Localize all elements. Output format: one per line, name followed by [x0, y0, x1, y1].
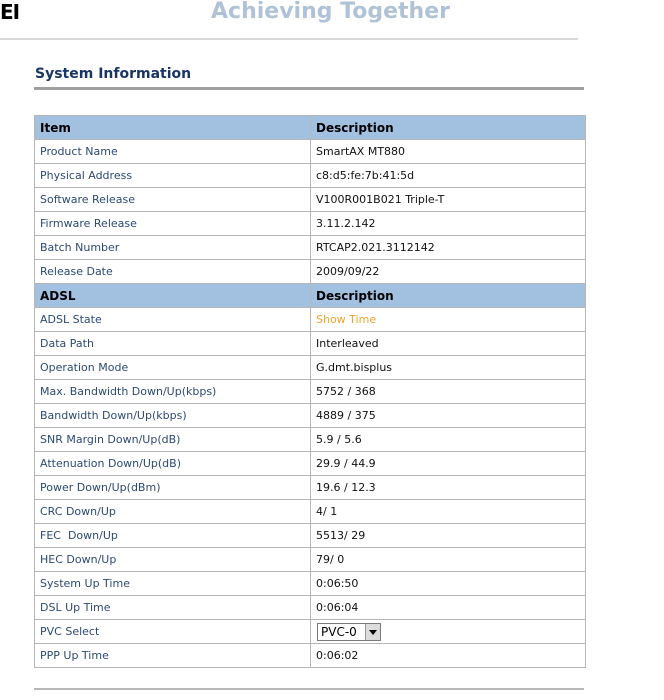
table-row: CRC Down/Up 4/ 1: [34, 499, 586, 524]
pvc-select-cell: PVC-0: [310, 619, 586, 644]
row-label: Power Down/Up(dBm): [34, 475, 311, 500]
row-label: PVC Select: [34, 619, 311, 644]
data-path-value: Interleaved: [310, 331, 586, 356]
table-row: Attenuation Down/Up(dB) 29.9 / 44.9: [34, 451, 586, 476]
row-label: ADSL State: [34, 307, 311, 332]
product-name-value: SmartAX MT880: [310, 139, 586, 164]
firmware-release-value: 3.11.2.142: [310, 211, 586, 236]
fec-value: 5513/ 29: [310, 523, 586, 548]
row-label: Max. Bandwidth Down/Up(kbps): [34, 379, 311, 404]
power-value: 19.6 / 12.3: [310, 475, 586, 500]
row-label: PPP Up Time: [34, 643, 311, 668]
table-row: Physical Address c8:d5:fe:7b:41:5d: [34, 163, 586, 188]
row-label: Data Path: [34, 331, 311, 356]
adsl-header-row: ADSL Description: [34, 283, 586, 308]
row-label: Software Release: [34, 187, 311, 212]
table-header-row: Item Description: [34, 115, 586, 140]
row-label: Product Name: [34, 139, 311, 164]
dsl-up-time-value: 0:06:04: [310, 595, 586, 620]
attenuation-value: 29.9 / 44.9: [310, 451, 586, 476]
brand-logo: EI: [0, 0, 20, 24]
table-row: PPP Up Time 0:06:02: [34, 643, 586, 668]
snr-margin-value: 5.9 / 5.6: [310, 427, 586, 452]
row-label: Attenuation Down/Up(dB): [34, 451, 311, 476]
column-header-item: Item: [34, 115, 311, 140]
hec-value: 79/ 0: [310, 547, 586, 572]
operation-mode-value: G.dmt.bisplus: [310, 355, 586, 380]
table-row: System Up Time 0:06:50: [34, 571, 586, 596]
table-row: Firmware Release 3.11.2.142: [34, 211, 586, 236]
header-banner: EI Achieving Together: [0, 0, 586, 42]
table-row: Power Down/Up(dBm) 19.6 / 12.3: [34, 475, 586, 500]
table-row: Data Path Interleaved: [34, 331, 586, 356]
table-row: HEC Down/Up 79/ 0: [34, 547, 586, 572]
bandwidth-value: 4889 / 375: [310, 403, 586, 428]
title-divider: [34, 87, 584, 90]
table-row: PVC Select PVC-0: [34, 619, 586, 644]
row-label: Operation Mode: [34, 355, 311, 380]
table-row: DSL Up Time 0:06:04: [34, 595, 586, 620]
software-release-value: V100R001B021 Triple-T: [310, 187, 586, 212]
max-bandwidth-value: 5752 / 368: [310, 379, 586, 404]
page-title: System Information: [35, 66, 192, 82]
system-information-table: Item Description Product Name SmartAX MT…: [34, 115, 586, 668]
column-header-description: Description: [310, 283, 586, 308]
ppp-up-time-value: 0:06:02: [310, 643, 586, 668]
row-label: Physical Address: [34, 163, 311, 188]
column-header-description: Description: [310, 115, 586, 140]
table-row: Max. Bandwidth Down/Up(kbps) 5752 / 368: [34, 379, 586, 404]
physical-address-value: c8:d5:fe:7b:41:5d: [310, 163, 586, 188]
table-row: Product Name SmartAX MT880: [34, 139, 586, 164]
row-label: FEC Down/Up: [34, 523, 311, 548]
table-row: Bandwidth Down/Up(kbps) 4889 / 375: [34, 403, 586, 428]
chevron-down-icon[interactable]: [365, 623, 380, 640]
crc-value: 4/ 1: [310, 499, 586, 524]
release-date-value: 2009/09/22: [310, 259, 586, 284]
table-row: Batch Number RTCAP2.021.3112142: [34, 235, 586, 260]
batch-number-value: RTCAP2.021.3112142: [310, 235, 586, 260]
row-label: CRC Down/Up: [34, 499, 311, 524]
bottom-divider: [34, 688, 584, 690]
row-label: DSL Up Time: [34, 595, 311, 620]
table-row: Operation Mode G.dmt.bisplus: [34, 355, 586, 380]
slogan-text: Achieving Together: [211, 0, 450, 24]
table-row: Software Release V100R001B021 Triple-T: [34, 187, 586, 212]
table-row: SNR Margin Down/Up(dB) 5.9 / 5.6: [34, 427, 586, 452]
table-row: FEC Down/Up 5513/ 29: [34, 523, 586, 548]
row-label: Bandwidth Down/Up(kbps): [34, 403, 311, 428]
row-label: Release Date: [34, 259, 311, 284]
banner-divider: [0, 38, 578, 40]
column-header-adsl: ADSL: [34, 283, 311, 308]
table-row: ADSL State Show Time: [34, 307, 586, 332]
row-label: Batch Number: [34, 235, 311, 260]
row-label: System Up Time: [34, 571, 311, 596]
adsl-state-value: Show Time: [310, 307, 586, 332]
router-status-page: EI Achieving Together System Information…: [0, 0, 664, 700]
table-row: Release Date 2009/09/22: [34, 259, 586, 284]
row-label: Firmware Release: [34, 211, 311, 236]
system-up-time-value: 0:06:50: [310, 571, 586, 596]
pvc-select-dropdown[interactable]: PVC-0: [317, 622, 381, 641]
row-label: HEC Down/Up: [34, 547, 311, 572]
row-label: SNR Margin Down/Up(dB): [34, 427, 311, 452]
pvc-selected-value: PVC-0: [321, 624, 357, 639]
